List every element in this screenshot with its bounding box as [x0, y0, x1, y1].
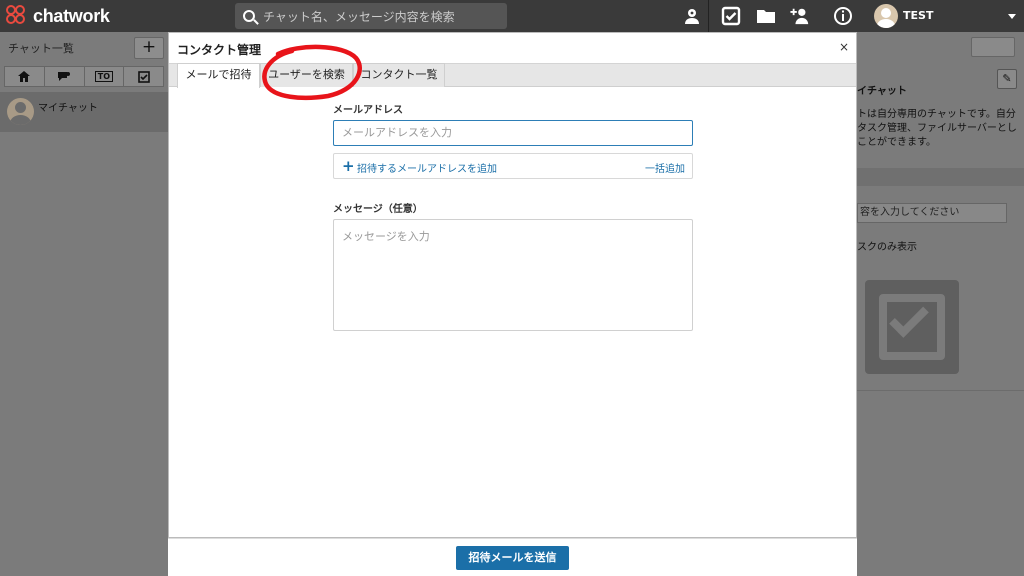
user-name[interactable]: TEST [903, 9, 933, 22]
pencil-icon[interactable]: ✎ [997, 69, 1017, 89]
mention-filter-icon[interactable] [44, 66, 85, 87]
brand-name: chatwork [33, 5, 110, 26]
header-divider [708, 0, 709, 32]
contact-icon[interactable] [682, 6, 702, 26]
file-button[interactable] [971, 37, 1015, 57]
chatwork-logo-icon [6, 5, 28, 27]
task-empty-icon [865, 280, 959, 374]
search-input[interactable]: チャット名、メッセージ内容を検索 [235, 3, 507, 29]
message-label: メッセージ（任意） [333, 204, 423, 215]
send-invite-button[interactable]: 招待メールを送信 [456, 546, 569, 570]
chat-name: マイチャット [38, 103, 98, 114]
top-header: chatwork チャット名、メッセージ内容を検索 TEST [0, 0, 1024, 32]
search-icon [243, 10, 255, 22]
chatwork-logo[interactable]: chatwork [6, 5, 110, 27]
email-label: メールアドレス [333, 105, 403, 116]
plus-icon[interactable]: + [342, 157, 355, 175]
info-icon[interactable] [833, 6, 853, 26]
add-email-link[interactable]: 招待するメールアドレスを追加 [357, 160, 497, 175]
contact-management-dialog: コンタクト管理 × メールで招待 ユーザーを検索 コンタクト一覧 メールアドレス… [168, 32, 857, 538]
folder-icon[interactable] [756, 6, 776, 26]
tab-bar: メールで招待 ユーザーを検索 コンタクト一覧 [169, 63, 856, 88]
chat-description: トは自分専用のチャットです。自分タスク管理、ファイルサーバーとしことができます。 [857, 109, 1017, 148]
home-filter-icon[interactable] [4, 66, 45, 87]
search-placeholder: チャット名、メッセージ内容を検索 [263, 9, 455, 24]
close-icon[interactable]: × [839, 40, 849, 54]
dialog-title: コンタクト管理 [177, 43, 262, 57]
chevron-down-icon[interactable] [1008, 14, 1016, 19]
add-chat-button[interactable]: + [134, 37, 164, 59]
divider [857, 390, 1024, 391]
avatar [7, 98, 34, 125]
message-textarea[interactable]: メッセージを入力 [333, 219, 693, 331]
chat-list-item[interactable]: マイチャット [0, 92, 168, 132]
add-email-row: + 招待するメールアドレスを追加 一括追加 [333, 153, 693, 179]
my-task-filter[interactable]: スクのみ表示 [857, 238, 917, 253]
user-avatar[interactable] [874, 4, 898, 28]
bulk-add-link[interactable]: 一括追加 [645, 160, 685, 175]
todo-filter-label: TO [94, 71, 113, 82]
chat-info-panel: イチャット ✎ トは自分専用のチャットです。自分タスク管理、ファイルサーバーとし… [857, 32, 1024, 576]
email-field[interactable]: メールアドレスを入力 [333, 120, 693, 146]
task-icon[interactable] [721, 6, 741, 26]
chat-info-title: イチャット [857, 86, 907, 97]
tab-contact-list[interactable]: コンタクト一覧 [353, 63, 445, 87]
chat-filter-bar: TO [4, 66, 164, 87]
todo-filter-icon[interactable]: TO [84, 66, 125, 87]
add-contact-icon[interactable] [790, 6, 810, 26]
tab-search-users[interactable]: ユーザーを検索 [260, 63, 353, 87]
task-input[interactable]: 容を入力してください [857, 203, 1007, 223]
chat-list-sidebar: チャット一覧 + TO マイチャット [0, 32, 168, 576]
chat-list-title: チャット一覧 [8, 42, 74, 55]
task-filter-icon[interactable] [124, 66, 164, 87]
task-section-header [857, 168, 1024, 186]
dialog-footer: 招待メールを送信 [168, 538, 857, 576]
tab-invite-by-email[interactable]: メールで招待 [177, 63, 260, 88]
